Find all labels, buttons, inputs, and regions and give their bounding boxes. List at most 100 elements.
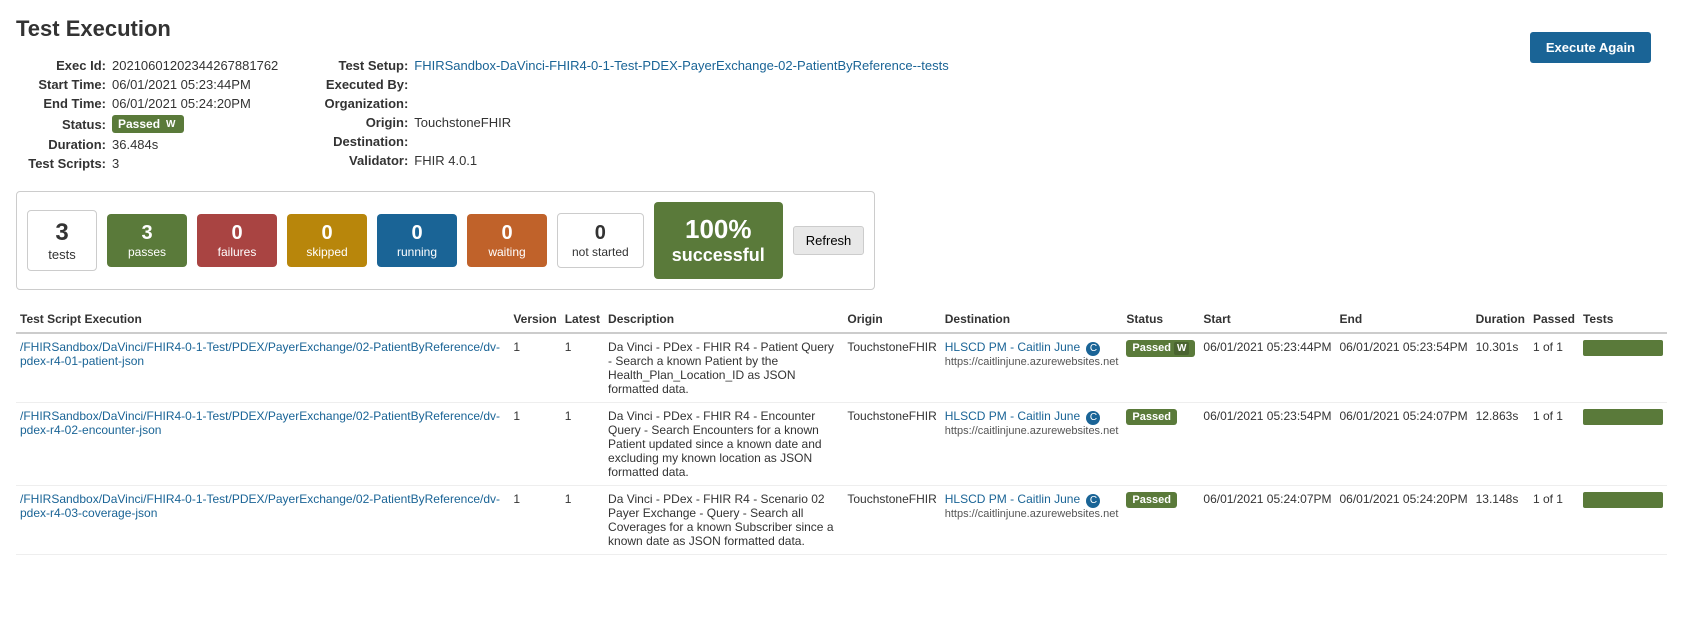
description-cell: Da Vinci - PDex - FHIR R4 - Patient Quer… <box>604 333 843 403</box>
success-label: successful <box>672 245 765 267</box>
version-cell: 1 <box>509 485 560 554</box>
not-started-count: 0 <box>572 222 629 245</box>
status-cell: Passed <box>1122 402 1199 485</box>
passed-cell: 1 of 1 <box>1529 333 1579 403</box>
exec-id-value: 20210601202344267881762 <box>112 58 278 73</box>
destination-cell: HLSCD PM - Caitlin June C https://caitlin… <box>941 485 1123 554</box>
destination-link[interactable]: HLSCD PM - Caitlin June C <box>945 409 1101 423</box>
end-cell: 06/01/2021 05:24:20PM <box>1336 485 1472 554</box>
exec-info-left: Exec Id: 20210601202344267881762 Start T… <box>16 58 278 171</box>
not-started-label: not started <box>572 245 629 259</box>
description-cell: Da Vinci - PDex - FHIR R4 - Scenario 02 … <box>604 485 843 554</box>
total-tests-box: 3 tests <box>27 210 97 271</box>
destination-label: Destination: <box>318 134 408 149</box>
total-count: 3 <box>42 219 82 247</box>
status-cell: Passed <box>1122 485 1199 554</box>
waiting-label: waiting <box>481 245 533 259</box>
duration-cell: 10.301s <box>1472 333 1529 403</box>
latest-cell: 1 <box>561 333 604 403</box>
setup-label: Test Setup: <box>318 58 408 73</box>
version-cell: 1 <box>509 333 560 403</box>
status-badge: Passed W <box>1126 340 1195 357</box>
destination-link[interactable]: HLSCD PM - Caitlin June C <box>945 340 1101 354</box>
col-latest: Latest <box>561 306 604 333</box>
script-cell: /FHIRSandbox/DaVinci/FHIR4-0-1-Test/PDEX… <box>16 485 509 554</box>
status-cell: Passed W <box>1122 333 1199 403</box>
failures-box: 0 failures <box>197 214 277 267</box>
passes-box: 3 passes <box>107 214 187 267</box>
tests-cell <box>1579 402 1667 485</box>
execute-again-button[interactable]: Execute Again <box>1530 32 1651 63</box>
validator-value: FHIR 4.0.1 <box>414 153 477 168</box>
header-section: Exec Id: 20210601202344267881762 Start T… <box>16 58 1667 171</box>
col-destination: Destination <box>941 306 1123 333</box>
status-w-badge: W <box>163 118 178 131</box>
col-passed: Passed <box>1529 306 1579 333</box>
summary-bar: 3 tests 3 passes 0 failures 0 skipped 0 … <box>16 191 875 290</box>
col-script: Test Script Execution <box>16 306 509 333</box>
passes-label: passes <box>121 245 173 259</box>
end-time-value: 06/01/2021 05:24:20PM <box>112 96 251 111</box>
skipped-label: skipped <box>301 245 353 259</box>
col-start: Start <box>1199 306 1335 333</box>
exec-id-label: Exec Id: <box>16 58 106 73</box>
col-status: Status <box>1122 306 1199 333</box>
skipped-box: 0 skipped <box>287 214 367 267</box>
script-cell: /FHIRSandbox/DaVinci/FHIR4-0-1-Test/PDEX… <box>16 402 509 485</box>
col-description: Description <box>604 306 843 333</box>
latest-cell: 1 <box>561 402 604 485</box>
col-version: Version <box>509 306 560 333</box>
end-cell: 06/01/2021 05:23:54PM <box>1336 333 1472 403</box>
start-time-value: 06/01/2021 05:23:44PM <box>112 77 251 92</box>
destination-url: https://caitlinjune.azurewebsites.net <box>945 508 1119 520</box>
destination-cell: HLSCD PM - Caitlin June C https://caitlin… <box>941 402 1123 485</box>
start-cell: 06/01/2021 05:24:07PM <box>1199 485 1335 554</box>
script-link[interactable]: /FHIRSandbox/DaVinci/FHIR4-0-1-Test/PDEX… <box>20 340 505 368</box>
progress-bar <box>1583 492 1663 508</box>
latest-cell: 1 <box>561 485 604 554</box>
table-row: /FHIRSandbox/DaVinci/FHIR4-0-1-Test/PDEX… <box>16 485 1667 554</box>
scripts-value: 3 <box>112 156 119 171</box>
setup-link[interactable]: FHIRSandbox-DaVinci-FHIR4-0-1-Test-PDEX-… <box>414 58 948 73</box>
failures-label: failures <box>211 245 263 259</box>
destination-url: https://caitlinjune.azurewebsites.net <box>945 356 1119 368</box>
description-cell: Da Vinci - PDex - FHIR R4 - Encounter Qu… <box>604 402 843 485</box>
progress-bar <box>1583 340 1663 356</box>
col-end: End <box>1336 306 1472 333</box>
duration-label: Duration: <box>16 137 106 152</box>
refresh-button[interactable]: Refresh <box>793 226 865 255</box>
origin-cell: TouchstoneFHIR <box>843 333 940 403</box>
table-row: /FHIRSandbox/DaVinci/FHIR4-0-1-Test/PDEX… <box>16 333 1667 403</box>
not-started-box: 0 not started <box>557 213 644 268</box>
executed-by-label: Executed By: <box>318 77 408 92</box>
destination-link[interactable]: HLSCD PM - Caitlin June C <box>945 492 1101 506</box>
duration-cell: 12.863s <box>1472 402 1529 485</box>
exec-info-right: Test Setup: FHIRSandbox-DaVinci-FHIR4-0-… <box>318 58 948 171</box>
progress-bar <box>1583 409 1663 425</box>
origin-label: Origin: <box>318 115 408 130</box>
end-time-label: End Time: <box>16 96 106 111</box>
status-badge: Passed W <box>112 115 184 133</box>
scripts-label: Test Scripts: <box>16 156 106 171</box>
waiting-count: 0 <box>481 222 533 245</box>
table-row: /FHIRSandbox/DaVinci/FHIR4-0-1-Test/PDEX… <box>16 402 1667 485</box>
duration-cell: 13.148s <box>1472 485 1529 554</box>
origin-cell: TouchstoneFHIR <box>843 402 940 485</box>
destination-cell: HLSCD PM - Caitlin June C https://caitlin… <box>941 333 1123 403</box>
success-pct: 100% <box>672 214 765 245</box>
destination-url: https://caitlinjune.azurewebsites.net <box>945 425 1119 437</box>
origin-cell: TouchstoneFHIR <box>843 485 940 554</box>
col-duration: Duration <box>1472 306 1529 333</box>
col-tests: Tests <box>1579 306 1667 333</box>
running-box: 0 running <box>377 214 457 267</box>
organization-label: Organization: <box>318 96 408 111</box>
failures-count: 0 <box>211 222 263 245</box>
script-cell: /FHIRSandbox/DaVinci/FHIR4-0-1-Test/PDEX… <box>16 333 509 403</box>
test-script-table: Test Script Execution Version Latest Des… <box>16 306 1667 555</box>
validator-label: Validator: <box>318 153 408 168</box>
page-title: Test Execution <box>16 16 1667 42</box>
total-label: tests <box>42 247 82 262</box>
script-link[interactable]: /FHIRSandbox/DaVinci/FHIR4-0-1-Test/PDEX… <box>20 409 505 437</box>
status-value: Passed <box>118 117 160 131</box>
script-link[interactable]: /FHIRSandbox/DaVinci/FHIR4-0-1-Test/PDEX… <box>20 492 505 520</box>
